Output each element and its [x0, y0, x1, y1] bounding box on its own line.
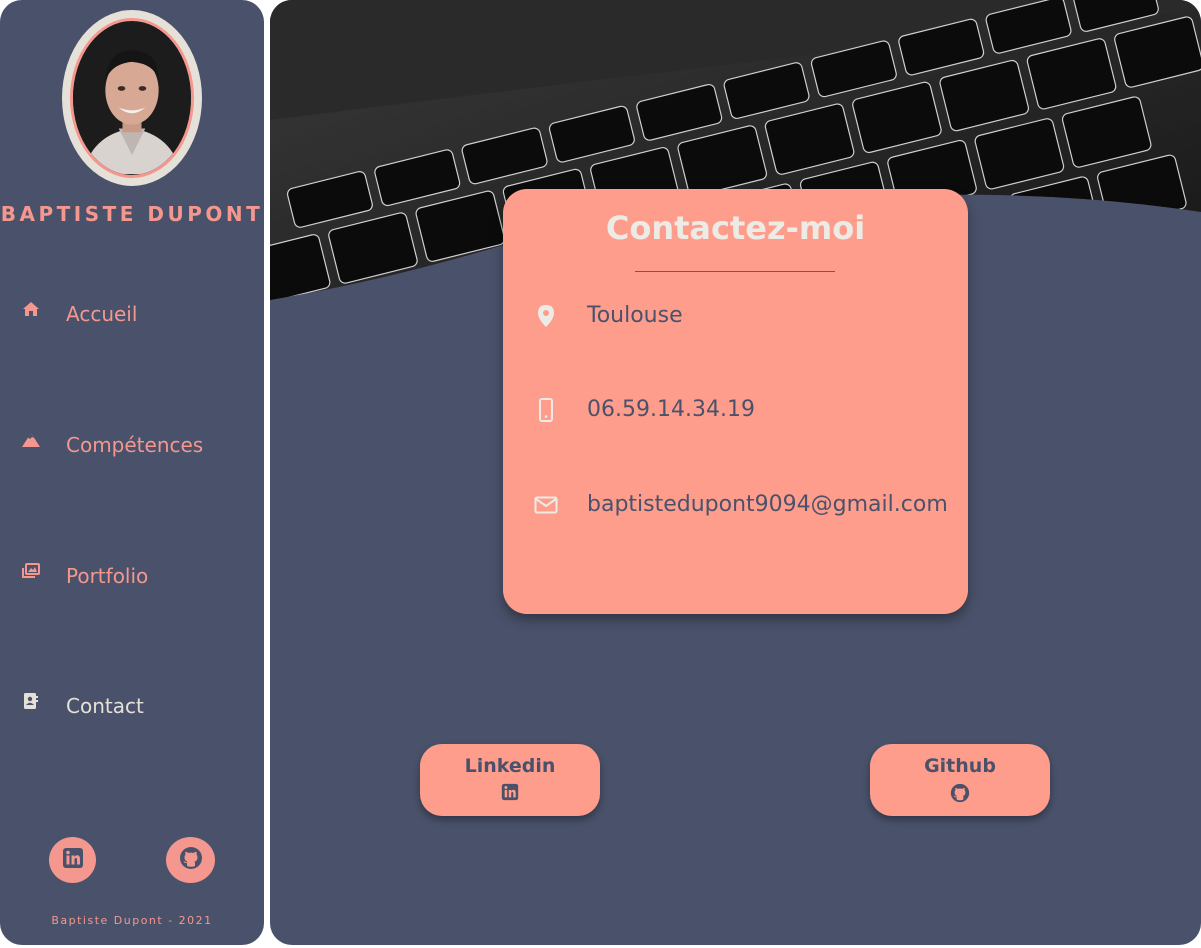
address-book-icon — [20, 690, 42, 712]
profile-name: BAPTISTE DUPONT — [0, 202, 264, 226]
email-row[interactable]: baptistedupont9094@gmail.com — [533, 492, 948, 517]
contact-card: Contactez-moi Toulouse 06.59.14.34.19 ba… — [503, 189, 968, 614]
github-button[interactable] — [166, 837, 215, 883]
linkedin-link-button[interactable]: Linkedin — [420, 744, 600, 816]
linkedin-button[interactable] — [49, 837, 96, 883]
nav-item-contact[interactable]: Contact — [20, 686, 250, 726]
nav-item-label: Contact — [66, 694, 144, 718]
main-content: Contactez-moi Toulouse 06.59.14.34.19 ba… — [270, 0, 1201, 945]
divider — [635, 271, 835, 272]
email-text[interactable]: baptistedupont9094@gmail.com — [587, 492, 948, 517]
linkedin-icon — [62, 847, 84, 873]
linkedin-icon — [501, 783, 519, 805]
github-icon — [179, 846, 203, 874]
nav-item-label: Portfolio — [66, 564, 149, 588]
nav-item-label: Compétences — [66, 433, 204, 457]
phone-text: 06.59.14.34.19 — [587, 397, 755, 422]
nav-item-portfolio[interactable]: Portfolio — [20, 556, 250, 596]
map-marker-icon — [533, 304, 559, 328]
location-row: Toulouse — [533, 303, 683, 328]
location-text: Toulouse — [587, 303, 683, 328]
linkedin-label: Linkedin — [464, 755, 556, 777]
github-icon — [950, 783, 970, 807]
phone-row: 06.59.14.34.19 — [533, 397, 755, 422]
avatar — [70, 18, 194, 178]
envelope-icon — [533, 496, 559, 514]
mobile-phone-icon — [533, 397, 559, 422]
mountain-icon — [20, 429, 42, 451]
nav-item-competences[interactable]: Compétences — [20, 425, 250, 465]
github-label: Github — [924, 755, 996, 777]
footer-text: Baptiste Dupont - 2021 — [51, 914, 213, 927]
github-link-button[interactable]: Github — [870, 744, 1050, 816]
sidebar: BAPTISTE DUPONT Accueil Compétences Port… — [0, 0, 264, 945]
nav-item-label: Accueil — [66, 302, 138, 326]
images-icon — [20, 560, 42, 582]
home-icon — [20, 298, 42, 320]
nav-item-accueil[interactable]: Accueil — [20, 294, 250, 334]
card-title: Contactez-moi — [605, 209, 866, 247]
